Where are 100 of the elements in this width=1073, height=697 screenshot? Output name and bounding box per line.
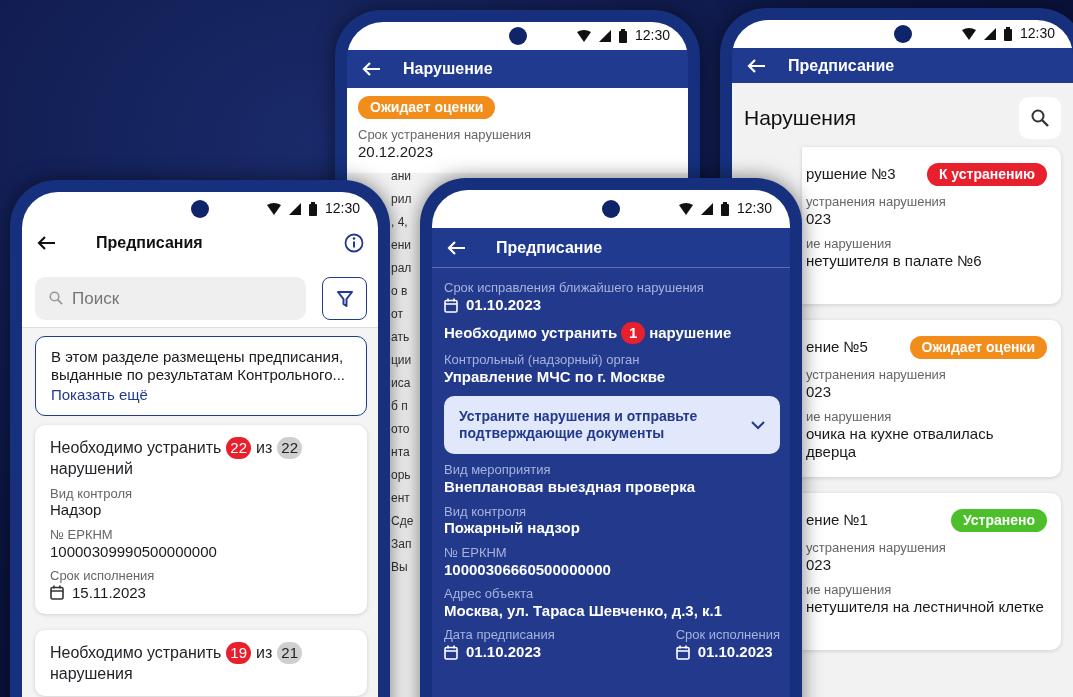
wifi-icon: [961, 28, 976, 40]
show-more-link[interactable]: Показать ещё: [51, 385, 148, 403]
field-value: Внеплановая выездная проверка: [444, 478, 697, 497]
order-card[interactable]: Необходимо устранить 22 из 22 нарушений Вид контроля Надзор № ЕРКНМ 10000309990500000000 Срок исполнения 15.11.2023: [35, 425, 367, 615]
search-icon: [1031, 109, 1049, 127]
field-value: 023: [806, 382, 832, 402]
total-count: 21: [277, 642, 302, 665]
search-button[interactable]: [1019, 97, 1061, 139]
field-label: Срок исполнения: [675, 627, 780, 643]
signal-icon: [288, 202, 301, 215]
text-fragment: нта: [391, 444, 410, 462]
field-label: Адрес объекта: [444, 585, 535, 602]
field-label: Срок устранения нарушения: [358, 127, 533, 143]
field-label: № ЕРКНМ: [444, 544, 508, 561]
text-fragment: , 4,: [391, 214, 408, 232]
status-time: 12:30: [1019, 25, 1055, 43]
signal-icon: [598, 30, 611, 42]
status-badge: Ожидает оценки: [358, 96, 496, 120]
text-fragment: ани: [391, 168, 411, 186]
info-icon[interactable]: [344, 233, 364, 253]
violation-title: ение №1: [806, 511, 868, 530]
field-label: ие нарушения: [806, 409, 892, 426]
field-label: ие нарушения: [806, 582, 892, 599]
field-value: Москва, ул. Тараса Шевченко, д.3, к.1: [444, 601, 724, 621]
battery-icon: [308, 201, 317, 216]
camera-icon: [602, 200, 620, 218]
screen-title: Предписание: [496, 237, 603, 258]
field-label: ие нарушения: [806, 236, 892, 253]
text-fragment: орь: [391, 467, 411, 485]
list-heading: Нарушения: [744, 105, 856, 131]
status-badge: Устранено: [950, 509, 1047, 533]
action-accordion[interactable]: Устраните нарушения и отправьте подтверждающие документы: [444, 396, 780, 455]
accordion-text: Устраните нарушения и отправьте подтверждающие документы: [459, 408, 699, 443]
field-label: Срок исполнения: [50, 567, 156, 584]
text-fragment: ото: [391, 421, 410, 439]
battery-icon: [618, 29, 627, 43]
status-time: 12:30: [736, 200, 772, 218]
text-fragment: от: [391, 306, 403, 324]
field-value: Управление МЧС по г. Москве: [444, 368, 666, 387]
back-arrow-icon[interactable]: [36, 235, 56, 251]
calendar-icon: [50, 585, 64, 601]
open-count: 22: [226, 437, 252, 460]
wifi-icon: [266, 202, 281, 215]
order-card[interactable]: Необходимо устранить 19 из 21 нарушения: [35, 630, 367, 696]
field-value: 15.11.2023: [72, 583, 146, 603]
count-text: нарушений: [50, 459, 133, 479]
count-text: Необходимо устранить: [50, 438, 222, 458]
text-fragment: Вы: [391, 559, 408, 577]
screen-title: Предписания: [96, 233, 203, 253]
field-label: устранения нарушения: [806, 540, 946, 556]
field-value: 10000306660500000000: [444, 560, 612, 579]
text-fragment: ать: [391, 329, 410, 347]
signal-icon: [983, 28, 996, 40]
field-label: устранения нарушения: [806, 367, 946, 383]
field-value: Пожарный надзор: [444, 519, 581, 538]
field-value: 01.10.2023: [697, 642, 773, 662]
search-field[interactable]: Поиск: [35, 277, 307, 320]
text-fragment: ции: [391, 352, 412, 370]
text-fragment: рил: [391, 191, 412, 209]
text-fragment: рал: [391, 260, 412, 278]
count-text: из: [256, 438, 273, 458]
search-icon: [49, 291, 63, 305]
filter-icon: [335, 289, 354, 308]
calendar-icon: [675, 644, 690, 660]
status-time: 12:30: [634, 27, 670, 45]
violation-card[interactable]: ение №1 Устранено устранения нарушения 023 ие нарушения нетушителя на лестничной клетке: [802, 493, 1061, 650]
count-text: нарушение: [649, 324, 732, 343]
violation-title: ение №5: [806, 338, 868, 357]
field-value: 023: [806, 209, 832, 229]
wifi-icon: [576, 30, 591, 42]
filter-button[interactable]: [322, 277, 367, 320]
field-value: Надзор: [50, 501, 103, 520]
camera-icon: [508, 27, 527, 45]
field-label: Срок исправления ближайшего нарушения: [444, 280, 705, 296]
field-value: 10000309990500000000: [50, 542, 218, 561]
field-value: 01.10.2023: [466, 295, 542, 315]
calendar-icon: [444, 297, 458, 313]
total-count: 22: [277, 437, 302, 460]
wifi-icon: [678, 203, 693, 215]
field-value: нетушителя на лестничной клетке: [806, 598, 1044, 617]
text-fragment: б п: [391, 398, 408, 416]
text-fragment: Зап: [391, 536, 412, 554]
field-value: нетушителя в палате №6: [806, 252, 982, 271]
text-fragment: о в: [391, 283, 408, 301]
text-fragment: Сде: [391, 513, 414, 531]
camera-icon: [893, 25, 912, 43]
camera-icon: [191, 199, 209, 218]
violation-card[interactable]: рушение №3 К устранению устранения нарушения 023 ие нарушения нетушителя в палате №6: [802, 147, 1061, 304]
field-label: Вид контроля: [444, 503, 528, 520]
text-fragment: ени: [391, 237, 411, 255]
count-text: Необходимо устранить: [444, 324, 618, 343]
info-text: В этом разделе размещены предписания, выданные по результатам Контрольного...: [51, 348, 346, 385]
screen-title: Предписание: [788, 55, 895, 76]
battery-icon: [1003, 27, 1012, 41]
violation-card[interactable]: ение №5 Ожидает оценки устранения нарушения 023 ие нарушения очика на кухне отвалилась дверца: [802, 320, 1061, 477]
screen-title: Нарушение: [403, 59, 493, 79]
field-label: Вид мероприятия: [444, 462, 552, 479]
field-value: 023: [806, 555, 832, 575]
status-time: 12:30: [324, 199, 360, 218]
battery-icon: [720, 202, 729, 216]
